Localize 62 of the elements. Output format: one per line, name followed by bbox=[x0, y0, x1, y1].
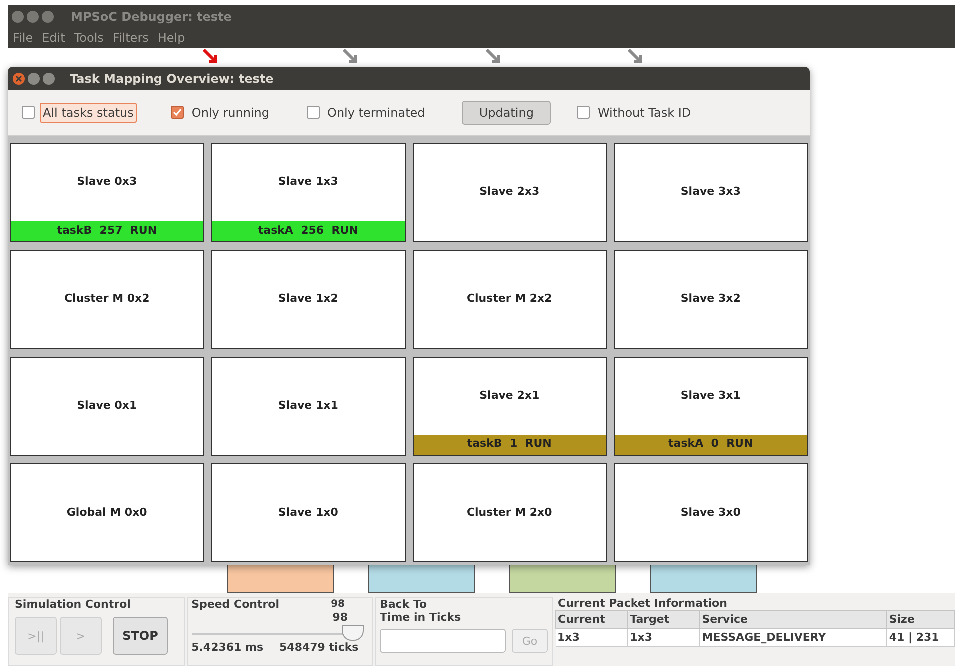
close-icon[interactable] bbox=[12, 10, 24, 22]
tile-label: Slave 1x3 bbox=[278, 174, 338, 190]
dialog-title: Task Mapping Overview: teste bbox=[70, 70, 274, 88]
tile-label: Slave 3x0 bbox=[680, 504, 741, 520]
checkbox[interactable] bbox=[170, 106, 184, 119]
column-header[interactable]: Target bbox=[628, 610, 700, 628]
tile-label: Slave 1x0 bbox=[278, 504, 338, 520]
checkbox-label[interactable]: Only terminated bbox=[324, 102, 428, 122]
column-header[interactable]: Size bbox=[886, 610, 954, 628]
checkbox[interactable] bbox=[576, 106, 590, 119]
tile-label: Slave 2x1 bbox=[480, 388, 540, 404]
field-label: Time in Ticks bbox=[380, 611, 462, 625]
menu-item[interactable]: Filters bbox=[112, 29, 149, 47]
ticks-readout: 548479 ticks bbox=[280, 641, 359, 654]
maximize-icon[interactable] bbox=[43, 72, 55, 84]
tile-label: Cluster M 2x2 bbox=[466, 291, 552, 307]
maximize-icon[interactable] bbox=[42, 10, 54, 22]
ticks-input[interactable] bbox=[380, 629, 506, 653]
checkbox-label[interactable]: Only running bbox=[188, 102, 272, 122]
tile-label: Slave 3x2 bbox=[680, 291, 741, 307]
table-cell: 1x3 bbox=[556, 628, 628, 646]
slider-thumb[interactable] bbox=[342, 625, 364, 641]
menu-item[interactable]: File bbox=[13, 29, 34, 47]
task-status: taskA 256 RUN bbox=[212, 221, 404, 241]
control-button[interactable]: STOP bbox=[113, 617, 168, 655]
menu-item[interactable]: Help bbox=[158, 29, 186, 47]
task-status: taskA 0 RUN bbox=[614, 434, 807, 454]
tile-label: Slave 0x3 bbox=[77, 174, 138, 190]
checkbox[interactable] bbox=[22, 106, 35, 119]
table-cell: MESSAGE_DELIVERY bbox=[700, 628, 887, 646]
minimize-icon[interactable] bbox=[28, 72, 40, 84]
tile-label: Slave 3x1 bbox=[680, 388, 741, 404]
time-readout: 5.42361 ms bbox=[192, 641, 264, 654]
panel-title: Simulation Control bbox=[14, 598, 132, 611]
window-title: MPSoC Debugger: teste bbox=[71, 8, 232, 26]
menu-item[interactable]: Edit bbox=[42, 29, 66, 47]
tile-label: Cluster M 2x0 bbox=[466, 504, 552, 520]
menu-item[interactable]: Tools bbox=[74, 29, 104, 47]
checkbox-label[interactable]: Without Task ID bbox=[594, 102, 694, 122]
tile-label: Cluster M 0x2 bbox=[64, 291, 150, 307]
table-cell: 1x3 bbox=[628, 628, 700, 646]
task-status: taskB 257 RUN bbox=[11, 221, 204, 241]
slider-value: 98 bbox=[332, 611, 348, 624]
column-header[interactable]: Service bbox=[700, 610, 887, 628]
panel-title: Speed Control bbox=[192, 598, 280, 611]
tile-label: Global M 0x0 bbox=[66, 504, 148, 520]
tile-label: Slave 3x3 bbox=[680, 184, 741, 200]
minimize-icon[interactable] bbox=[27, 10, 39, 22]
tile-label: Slave 0x1 bbox=[77, 398, 138, 414]
table-cell: 41 | 231 bbox=[886, 628, 954, 646]
checkbox-label[interactable]: All tasks status bbox=[40, 102, 137, 122]
close-icon[interactable] bbox=[13, 72, 25, 84]
checkbox[interactable] bbox=[306, 106, 320, 119]
slider-value: 98 bbox=[331, 598, 345, 611]
column-header[interactable]: Current bbox=[556, 610, 628, 628]
tile-label: Slave 1x2 bbox=[278, 291, 338, 307]
tile-label: Slave 1x1 bbox=[278, 398, 338, 414]
task-status: taskB 1 RUN bbox=[414, 434, 606, 454]
updating-button[interactable]: Updating bbox=[462, 100, 551, 124]
panel-title: Back To bbox=[380, 598, 428, 611]
panel-title: Current Packet Information bbox=[557, 597, 728, 610]
tile-label: Slave 2x3 bbox=[480, 184, 540, 200]
